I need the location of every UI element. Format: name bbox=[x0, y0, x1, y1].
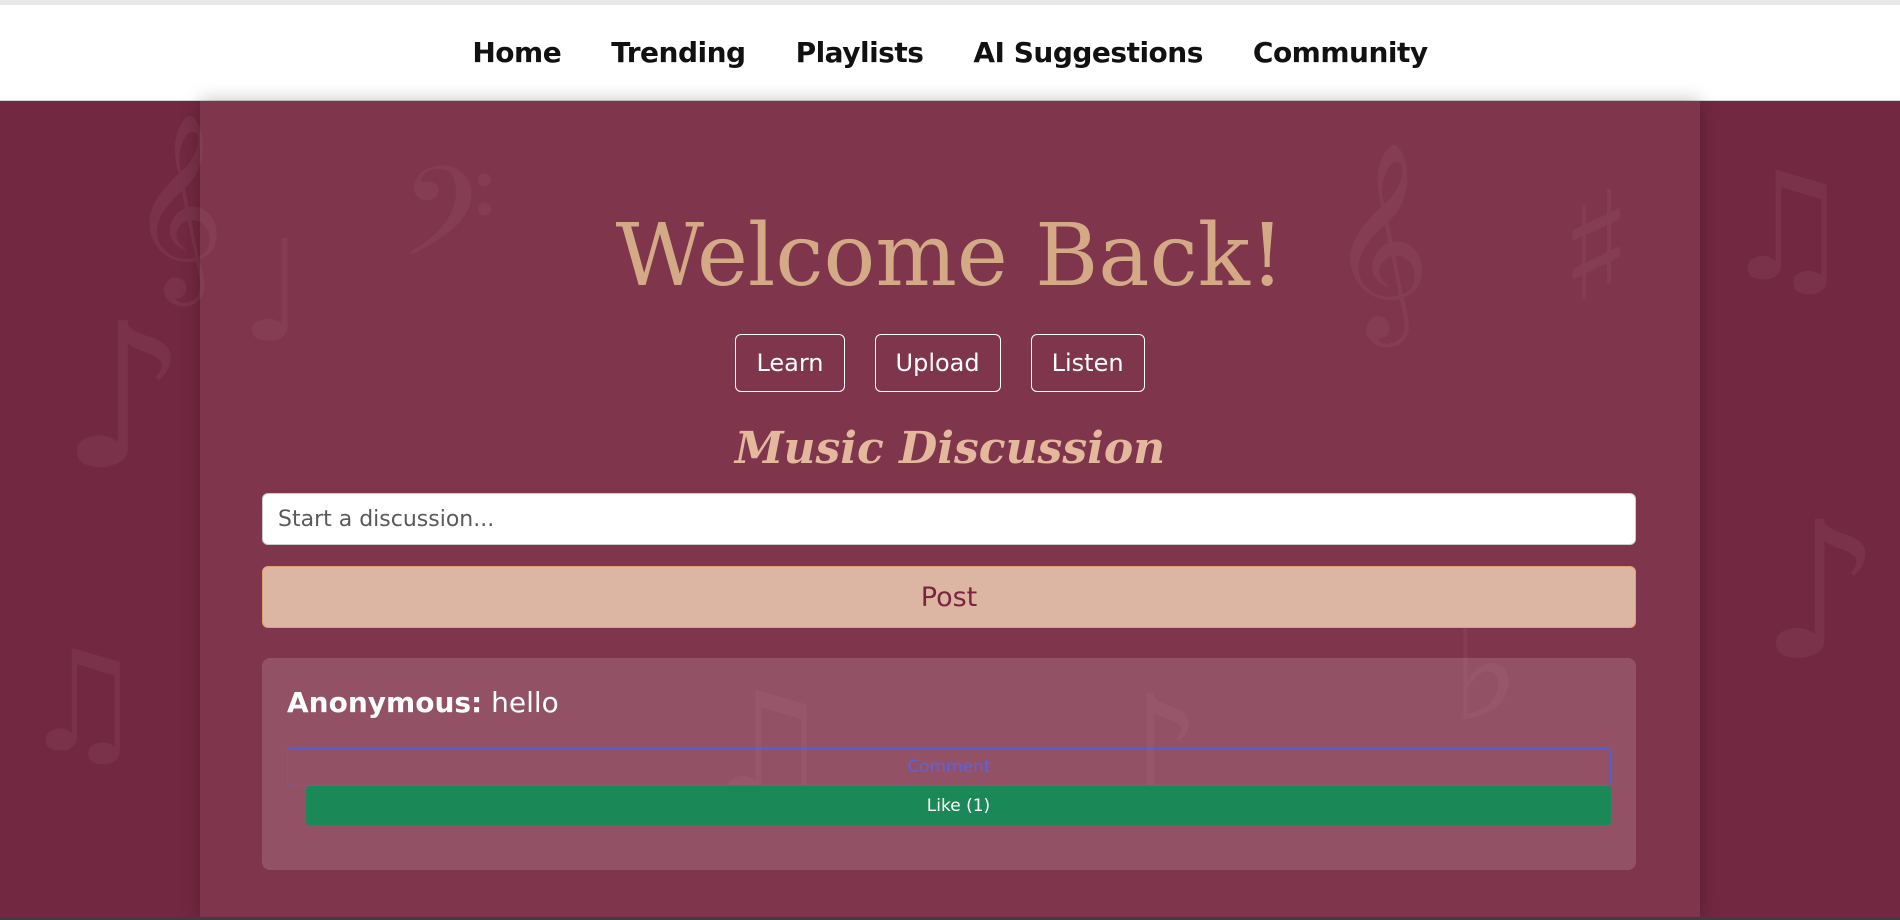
discussion-post: Anonymous: hello Comment Like (1) bbox=[262, 658, 1636, 870]
music-note-icon: ♫ bbox=[1720, 141, 1855, 315]
comment-button[interactable]: Comment bbox=[287, 748, 1611, 786]
music-note-icon: ♪ bbox=[60, 281, 188, 514]
nav-trending-link[interactable]: Trending bbox=[611, 36, 746, 69]
nav-home-link[interactable]: Home bbox=[472, 36, 561, 69]
music-note-icon: ♪ bbox=[1760, 481, 1882, 702]
discussion-input[interactable] bbox=[262, 493, 1636, 545]
post-author: Anonymous: bbox=[287, 686, 483, 719]
post-content: Anonymous: hello bbox=[287, 686, 559, 719]
discussion-title: Music Discussion bbox=[734, 423, 1166, 474]
listen-button[interactable]: Listen bbox=[1030, 334, 1145, 392]
post-button[interactable]: Post bbox=[262, 566, 1636, 628]
upload-button[interactable]: Upload bbox=[874, 334, 1001, 392]
main-panel: Welcome Back! Learn Upload Listen Music … bbox=[200, 101, 1700, 920]
like-button[interactable]: Like (1) bbox=[306, 786, 1611, 825]
nav-community-link[interactable]: Community bbox=[1253, 36, 1428, 69]
learn-button[interactable]: Learn bbox=[735, 334, 845, 392]
nav-ai-suggestions-link[interactable]: AI Suggestions bbox=[973, 36, 1203, 69]
welcome-heading: Welcome Back! bbox=[615, 206, 1285, 306]
nav-playlists-link[interactable]: Playlists bbox=[796, 36, 924, 69]
music-note-icon: ♫ bbox=[20, 621, 146, 784]
nav-links: Home Trending Playlists AI Suggestions C… bbox=[472, 36, 1428, 69]
action-buttons: Learn Upload Listen bbox=[190, 334, 1690, 392]
top-navbar: Home Trending Playlists AI Suggestions C… bbox=[0, 5, 1900, 101]
post-message: hello bbox=[491, 686, 559, 719]
